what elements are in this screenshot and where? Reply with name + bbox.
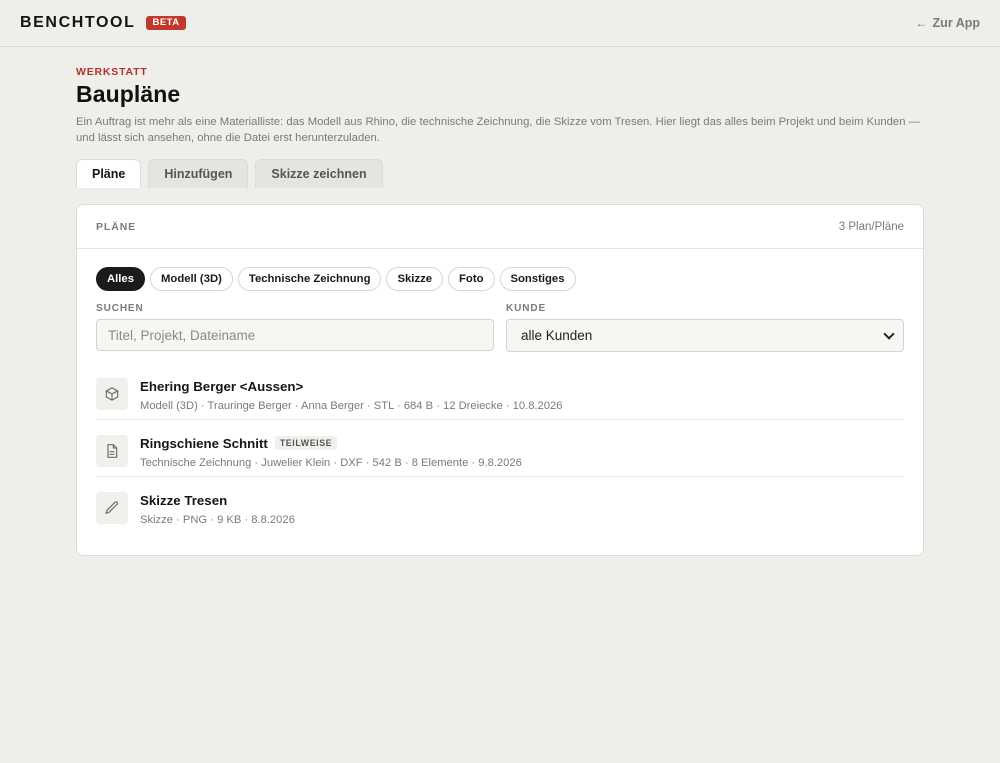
- top-bar: BENCHTOOL BETA ← Zur App: [0, 0, 1000, 47]
- plan-item[interactable]: Ringschiene Schnitt TEILWEISE Technische…: [96, 420, 904, 477]
- plan-title: Ringschiene Schnitt: [140, 435, 268, 451]
- plan-item[interactable]: Skizze Tresen Skizze · PNG · 9 KB · 8.8.…: [96, 477, 904, 534]
- status-badge: TEILWEISE: [274, 436, 338, 450]
- search-group: SUCHEN: [96, 303, 494, 352]
- customer-select[interactable]: alle Kunden: [506, 319, 904, 352]
- brand-name: BENCHTOOL: [20, 14, 136, 31]
- page-title: Baupläne: [76, 81, 181, 107]
- plan-meta: Modell (3D) · Trauringe Berger · Anna Be…: [140, 400, 563, 412]
- filter-row: SUCHEN KUNDE alle Kunden: [96, 303, 904, 352]
- plan-title: Ehering Berger <Aussen>: [140, 378, 304, 394]
- panel-body: Alles Modell (3D) Technische Zeichnung S…: [77, 249, 923, 534]
- pencil-icon: [96, 492, 128, 524]
- filter-chip-technische-zeichnung[interactable]: Technische Zeichnung: [237, 267, 382, 291]
- panel-title: PLÄNE: [96, 220, 137, 233]
- beta-badge: BETA: [146, 16, 186, 30]
- plan-title: Skizze Tresen: [140, 492, 228, 508]
- filter-chip-alles[interactable]: Alles: [96, 267, 146, 291]
- arrow-left-icon: ←: [915, 16, 928, 30]
- customer-select-value: alle Kunden: [521, 328, 593, 343]
- customer-group: KUNDE alle Kunden: [506, 303, 904, 352]
- plan-meta: Skizze · PNG · 9 KB · 8.8.2026: [140, 514, 295, 526]
- cube-icon: [96, 378, 128, 410]
- tab-bar: Pläne Hinzufügen Skizze zeichnen: [76, 159, 924, 188]
- search-label: SUCHEN: [96, 303, 144, 314]
- plan-meta: Technische Zeichnung · Juwelier Klein · …: [140, 457, 522, 469]
- document-icon: [96, 435, 128, 467]
- filter-chip-modell-3d[interactable]: Modell (3D): [150, 267, 233, 291]
- filter-chip-skizze[interactable]: Skizze: [386, 267, 444, 291]
- plan-list: Ehering Berger <Aussen> Modell (3D) · Tr…: [96, 363, 904, 534]
- chevron-down-icon: [883, 327, 895, 340]
- brand: BENCHTOOL BETA: [20, 14, 186, 32]
- customer-label: KUNDE: [506, 303, 547, 314]
- plan-count: 3 Plan/Pläne: [838, 220, 904, 233]
- tab-hinzufuegen[interactable]: Hinzufügen: [148, 159, 249, 188]
- filter-chip-sonstiges[interactable]: Sonstiges: [499, 267, 576, 291]
- type-filter-chips: Alles Modell (3D) Technische Zeichnung S…: [96, 267, 904, 291]
- section-eyebrow: WERKSTATT: [76, 66, 148, 78]
- back-to-app-link[interactable]: ← Zur App: [916, 16, 980, 30]
- plans-panel: PLÄNE 3 Plan/Pläne Alles Modell (3D) Tec…: [76, 204, 924, 556]
- main-content: WERKSTATT Baupläne Ein Auftrag ist mehr …: [76, 66, 924, 556]
- filter-chip-foto[interactable]: Foto: [448, 267, 495, 291]
- search-input[interactable]: [96, 319, 494, 351]
- back-to-app-label: Zur App: [932, 16, 980, 30]
- page-description: Ein Auftrag ist mehr als eine Materialli…: [76, 116, 920, 144]
- panel-header: PLÄNE 3 Plan/Pläne: [77, 205, 923, 249]
- tab-plaene[interactable]: Pläne: [76, 159, 142, 188]
- plan-item[interactable]: Ehering Berger <Aussen> Modell (3D) · Tr…: [96, 363, 904, 420]
- tab-skizze-zeichnen[interactable]: Skizze zeichnen: [255, 159, 383, 188]
